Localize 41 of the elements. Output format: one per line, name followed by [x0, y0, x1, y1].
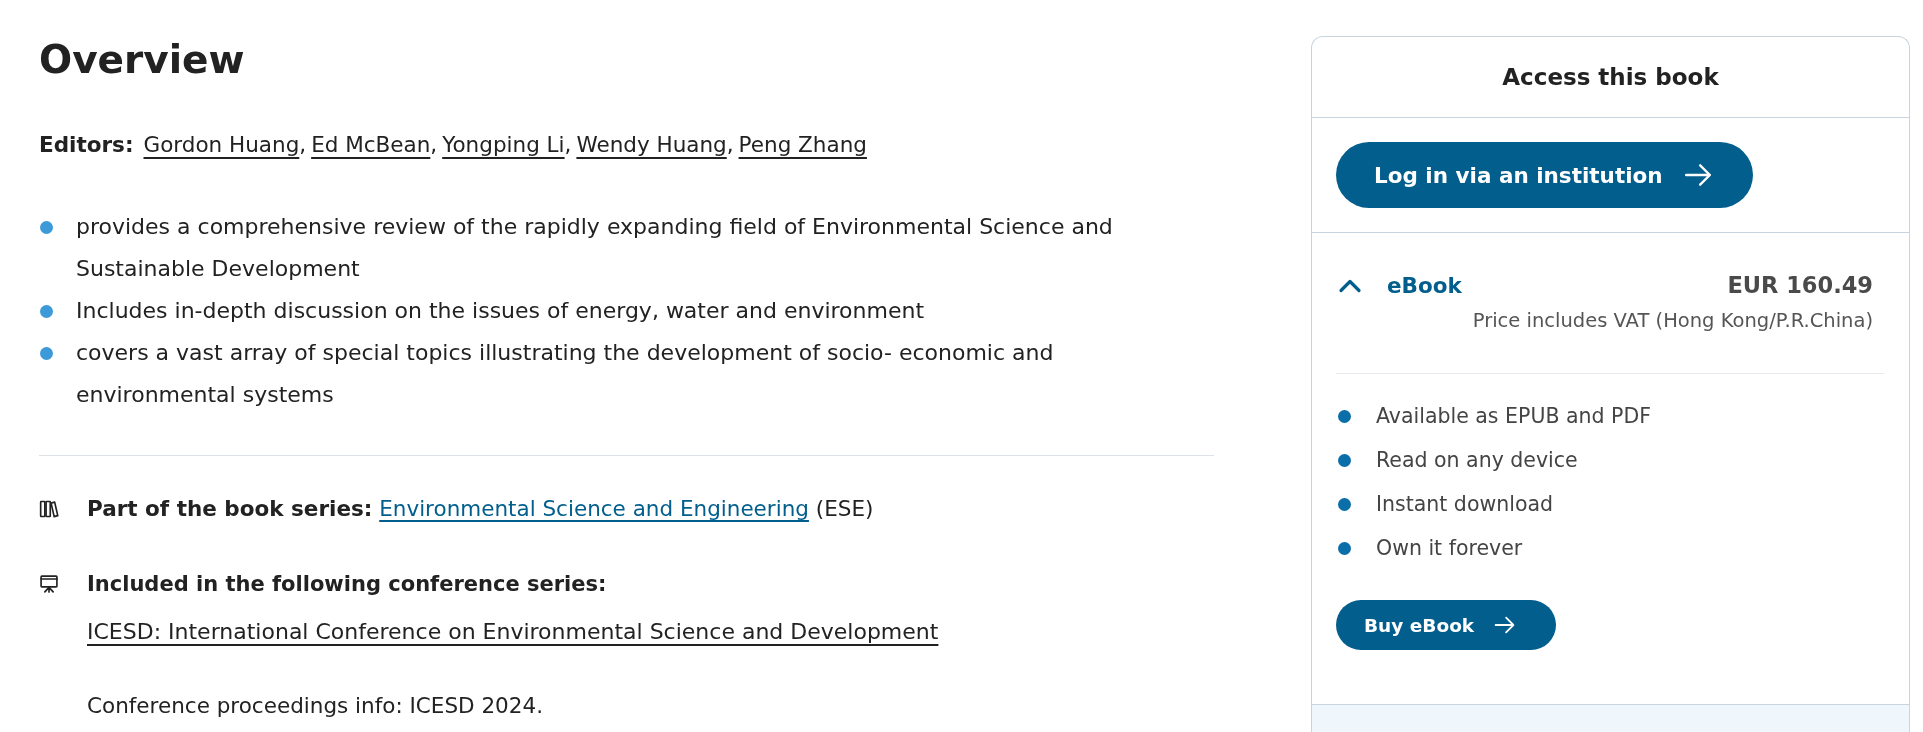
editor-link[interactable]: Yongping Li — [442, 130, 565, 160]
ebook-format-label: eBook — [1387, 272, 1462, 298]
comma-separator: , — [564, 131, 572, 159]
presentation-board-icon — [39, 574, 59, 594]
buy-ebook-button[interactable]: Buy eBook — [1336, 600, 1557, 650]
bullet-dot-icon — [1338, 453, 1351, 467]
editor-link[interactable]: Gordon Huang — [143, 130, 300, 160]
highlight-text: provides a comprehensive review of the rapidly expanding field of Environmental Science and Sustainable Development — [76, 213, 1114, 283]
editor-link[interactable]: Ed McBean — [311, 130, 431, 160]
arrow-right-icon — [1494, 616, 1516, 634]
vat-note: Price includes VAT (Hong Kong/P.R.China) — [1472, 308, 1873, 334]
bullet-dot-icon — [40, 347, 53, 360]
comma-separator: , — [299, 131, 307, 159]
feature-text: Instant download — [1376, 492, 1553, 516]
book-series-text: Part of the book series: Environmental Science and Engineering (ESE) — [87, 495, 874, 523]
price-text: EUR 160.49 — [1727, 272, 1873, 298]
bullet-dot-icon — [40, 221, 53, 234]
book-series-link[interactable]: Environmental Science and Engineering — [379, 496, 809, 521]
chevron-up-icon[interactable] — [1338, 277, 1362, 293]
feature-text: Available as EPUB and PDF — [1376, 404, 1651, 428]
conference-series-link[interactable]: ICESD: International Conference on Environmental Science and Development — [87, 617, 939, 647]
overview-heading: Overview — [39, 36, 246, 84]
books-icon — [39, 499, 59, 519]
feature-text: Read on any device — [1376, 448, 1578, 472]
bullet-dot-icon — [1338, 409, 1351, 423]
bullet-dot-icon — [1338, 497, 1351, 511]
panel-title: Access this book — [1502, 64, 1719, 90]
feature-text: Own it forever — [1376, 536, 1523, 560]
institution-login-button[interactable]: Log in via an institution — [1336, 142, 1753, 208]
bullet-dot-icon — [40, 305, 53, 318]
comma-separator: , — [430, 131, 438, 159]
highlight-text: covers a vast array of special topics illustrating the development of socio- economic and environmental systems — [76, 339, 1055, 409]
editor-link[interactable]: Peng Zhang — [738, 130, 867, 160]
comma-separator: , — [726, 131, 734, 159]
arrow-right-icon — [1683, 163, 1712, 187]
editors-label: Editors: — [39, 131, 134, 159]
conference-series-heading: Included in the following conference series: — [87, 571, 607, 598]
proceedings-info-text: Conference proceedings info: ICESD 2024. — [87, 692, 543, 720]
highlight-text: Includes in-depth discussion on the issues of energy, water and environment — [76, 297, 925, 325]
editor-link[interactable]: Wendy Huang — [576, 130, 727, 160]
bullet-dot-icon — [1338, 541, 1351, 555]
